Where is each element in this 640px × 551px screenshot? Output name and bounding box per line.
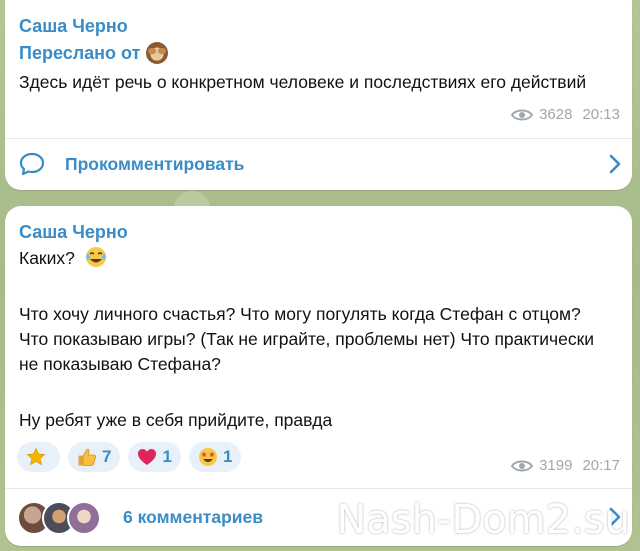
message-time: 20:17 xyxy=(582,457,620,474)
message-time: 20:13 xyxy=(582,106,620,123)
reaction-thumbs-up[interactable]: 7 xyxy=(68,442,121,472)
message-paragraph-3: Ну ребят уже в себя прийдите, правда xyxy=(19,410,333,430)
avatar xyxy=(67,501,101,535)
thumbs-up-icon xyxy=(78,448,97,466)
laughing-emoji-icon xyxy=(85,247,106,267)
reaction-count: 1 xyxy=(222,447,233,466)
reaction-count: 7 xyxy=(102,447,112,466)
forwarded-from[interactable]: Переслано от xyxy=(19,42,169,64)
reactions-bar: 7 1 1 xyxy=(17,442,242,472)
message-line-1: Каких? xyxy=(19,246,609,271)
message-text: Здесь идёт речь о конкретном человеке и … xyxy=(19,72,587,92)
message-meta: 3628 20:13 xyxy=(511,106,620,123)
message-meta: 3199 20:17 xyxy=(511,457,620,474)
comment-label: Прокомментировать xyxy=(65,154,245,174)
views-count: 3628 xyxy=(539,106,573,123)
reaction-star[interactable] xyxy=(17,442,60,472)
forwarded-label: Переслано от xyxy=(19,42,141,63)
star-struck-icon xyxy=(198,448,217,466)
views-eye-icon xyxy=(511,109,534,120)
reaction-count: 1 xyxy=(162,447,172,466)
heart-icon xyxy=(138,449,157,465)
message-first-line: Каких? xyxy=(19,248,75,268)
reaction-star-struck[interactable]: 1 xyxy=(188,442,242,472)
views-eye-icon xyxy=(511,460,534,471)
chevron-right-icon xyxy=(609,154,621,174)
forwarded-post-card: Саша Черно Переслано от Здесь идёт речь … xyxy=(5,0,632,190)
views-count: 3199 xyxy=(539,457,573,474)
author-name[interactable]: Саша Черно xyxy=(19,222,128,243)
author-name[interactable]: Саша Черно xyxy=(19,16,128,37)
message-paragraph-2: Что хочу личного счастья? Что могу погул… xyxy=(19,304,595,374)
watermark: Nash-Dom2.su xyxy=(336,497,630,543)
message-post-card: Саша Черно Каких? Что хочу личного счаст… xyxy=(5,206,632,546)
reaction-heart[interactable]: 1 xyxy=(128,442,181,472)
comment-bubble-icon xyxy=(19,152,45,176)
see-no-evil-monkey-icon xyxy=(146,42,169,64)
comment-button[interactable]: Прокомментировать xyxy=(5,139,632,189)
comments-count-label: 6 комментариев xyxy=(123,507,264,527)
commenter-avatars xyxy=(17,501,101,535)
star-icon xyxy=(26,447,46,466)
